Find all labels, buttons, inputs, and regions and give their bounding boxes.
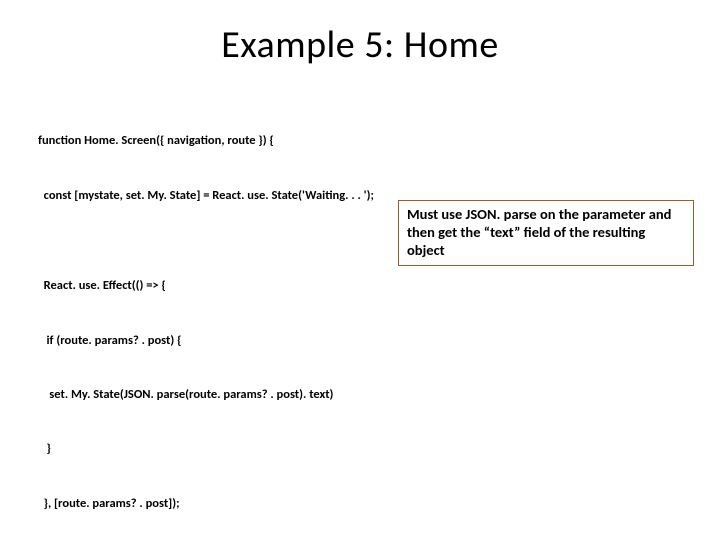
code-line: set. My. State(JSON. parse(route. params… [38,386,720,404]
callout-box: Must use JSON. parse on the parameter an… [398,200,694,266]
slide: Example 5: Home function Home. Screen({ … [0,22,720,540]
code-line: React. use. Effect(() => { [38,277,720,295]
slide-title: Example 5: Home [0,22,720,68]
code-line: } [38,440,720,458]
code-line: function Home. Screen({ navigation, rout… [38,132,720,150]
code-line: }, [route. params? . post]); [38,495,720,513]
code-block: function Home. Screen({ navigation, rout… [38,96,720,540]
code-line: if (route. params? . post) { [38,332,720,350]
